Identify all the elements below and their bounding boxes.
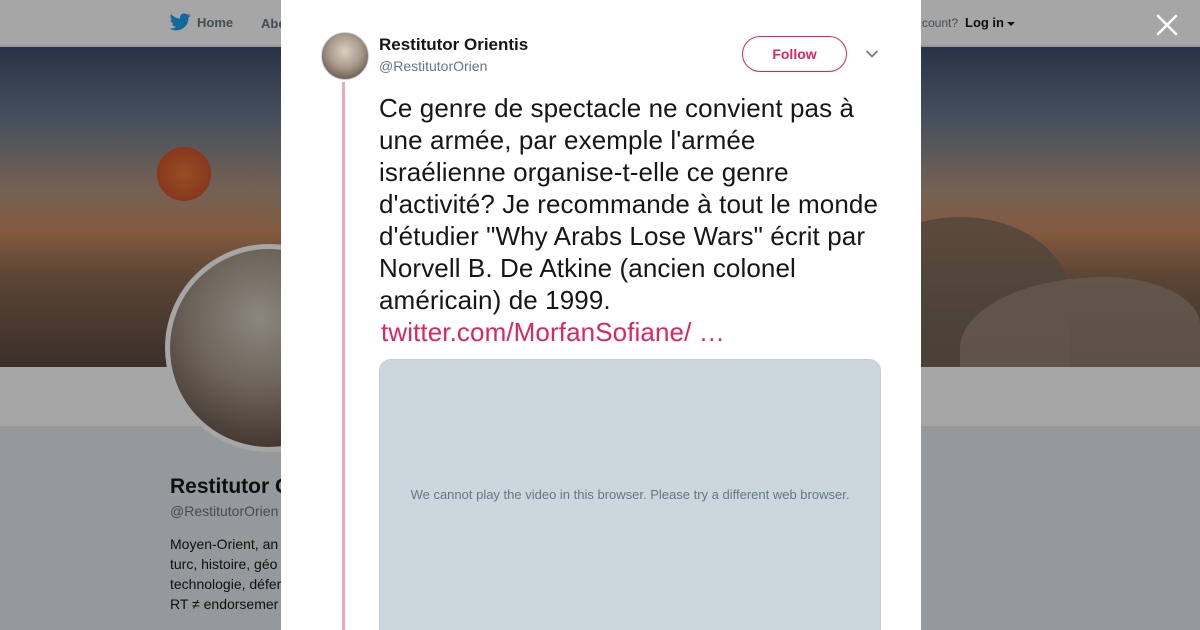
tweet-author-avatar[interactable] [321,32,369,80]
video-player[interactable]: We cannot play the video in this browser… [379,359,881,630]
chevron-down-icon[interactable] [864,46,880,62]
video-unsupported-message: We cannot play the video in this browser… [410,487,850,502]
thread-line [342,82,345,630]
follow-button[interactable]: Follow [742,36,847,72]
tweet-author-name[interactable]: Restitutor Orientis [379,35,528,55]
tweet-author-handle[interactable]: @RestitutorOrien [379,58,487,74]
close-icon[interactable] [1154,12,1180,38]
tweet-text: Ce genre de spectacle ne convient pas à … [379,92,889,348]
tweet-body: Ce genre de spectacle ne convient pas à … [379,93,879,315]
tweet-link[interactable]: twitter.com/MorfanSofiane/ … [381,317,725,347]
